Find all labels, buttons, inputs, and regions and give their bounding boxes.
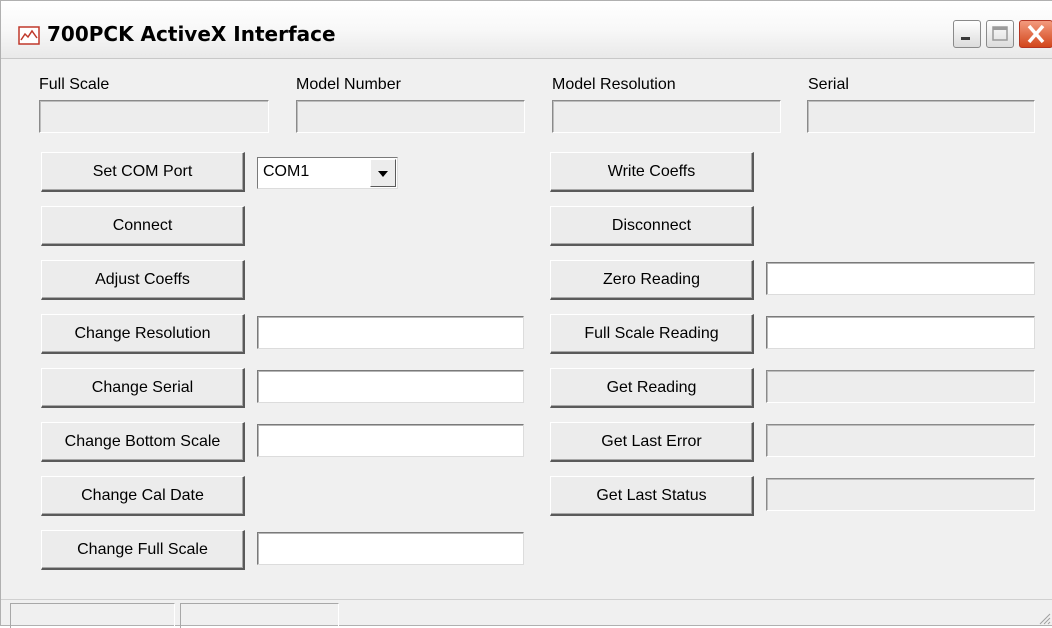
get-reading-button[interactable]: Get Reading — [550, 368, 754, 408]
bottom-scale-input[interactable] — [257, 424, 524, 457]
model-number-field — [296, 100, 525, 133]
resolution-input[interactable] — [257, 316, 524, 349]
dropdown-arrow-button[interactable] — [370, 159, 396, 187]
zero-reading-button[interactable]: Zero Reading — [550, 260, 754, 300]
full-scale-reading-input[interactable] — [766, 316, 1035, 349]
com-port-dropdown[interactable]: COM1 — [257, 157, 398, 189]
minimize-icon — [961, 37, 970, 40]
serial-input[interactable] — [257, 370, 524, 403]
model-number-label: Model Number — [296, 76, 401, 93]
client-area: Full Scale Model Number Model Resolution… — [1, 59, 1052, 628]
maximize-icon — [992, 26, 1008, 41]
disconnect-button[interactable]: Disconnect — [550, 206, 754, 246]
close-button[interactable] — [1019, 20, 1052, 48]
get-last-error-button[interactable]: Get Last Error — [550, 422, 754, 462]
get-last-status-button[interactable]: Get Last Status — [550, 476, 754, 516]
title-bar[interactable]: 700PCK ActiveX Interface — [1, 1, 1052, 59]
window-title: 700PCK ActiveX Interface — [47, 22, 336, 46]
last-status-field — [766, 478, 1035, 511]
minimize-button[interactable] — [953, 20, 981, 48]
status-pane-1 — [10, 603, 175, 628]
change-cal-date-button[interactable]: Change Cal Date — [41, 476, 245, 516]
serial-label: Serial — [808, 76, 849, 93]
model-resolution-field — [552, 100, 781, 133]
zero-reading-input[interactable] — [766, 262, 1035, 295]
status-pane-2 — [180, 603, 339, 628]
chart-window-icon — [18, 26, 40, 45]
reading-field — [766, 370, 1035, 403]
status-bar — [1, 599, 1052, 628]
set-com-port-button[interactable]: Set COM Port — [41, 152, 245, 192]
serial-field — [807, 100, 1035, 133]
maximize-button[interactable] — [986, 20, 1014, 48]
adjust-coeffs-button[interactable]: Adjust Coeffs — [41, 260, 245, 300]
full-scale-label: Full Scale — [39, 76, 110, 93]
connect-button[interactable]: Connect — [41, 206, 245, 246]
full-scale-field — [39, 100, 269, 133]
full-scale-input[interactable] — [257, 532, 524, 565]
chevron-down-icon — [378, 171, 388, 177]
full-scale-reading-button[interactable]: Full Scale Reading — [550, 314, 754, 354]
change-serial-button[interactable]: Change Serial — [41, 368, 245, 408]
close-icon — [1027, 24, 1045, 44]
change-full-scale-button[interactable]: Change Full Scale — [41, 530, 245, 570]
com-port-value: COM1 — [263, 163, 310, 180]
change-resolution-button[interactable]: Change Resolution — [41, 314, 245, 354]
write-coeffs-button[interactable]: Write Coeffs — [550, 152, 754, 192]
last-error-field — [766, 424, 1035, 457]
app-window: 700PCK ActiveX Interface Full Scale Mode… — [0, 0, 1052, 628]
model-resolution-label: Model Resolution — [552, 76, 676, 93]
change-bottom-scale-button[interactable]: Change Bottom Scale — [41, 422, 245, 462]
resize-grip-icon[interactable] — [1037, 611, 1051, 625]
